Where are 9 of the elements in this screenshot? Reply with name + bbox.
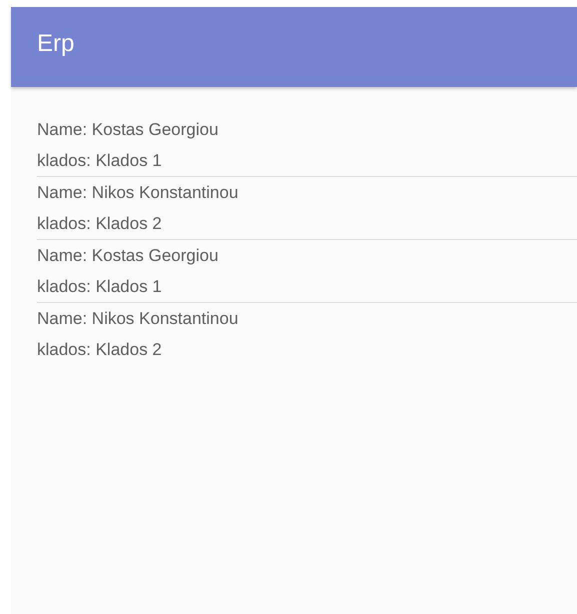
klados-text: klados: Klados 1: [37, 276, 162, 298]
name-text: Name: Kostas Georgiou: [37, 119, 218, 141]
name-text: Name: Nikos Konstantinou: [37, 182, 238, 204]
klados-text: klados: Klados 1: [37, 150, 162, 172]
name-text: Name: Nikos Konstantinou: [37, 308, 238, 330]
name-text: Name: Kostas Georgiou: [37, 245, 218, 267]
klados-text: klados: Klados 2: [37, 339, 162, 361]
app-title: Erp: [37, 29, 74, 59]
klados-text: klados: Klados 2: [37, 213, 162, 235]
